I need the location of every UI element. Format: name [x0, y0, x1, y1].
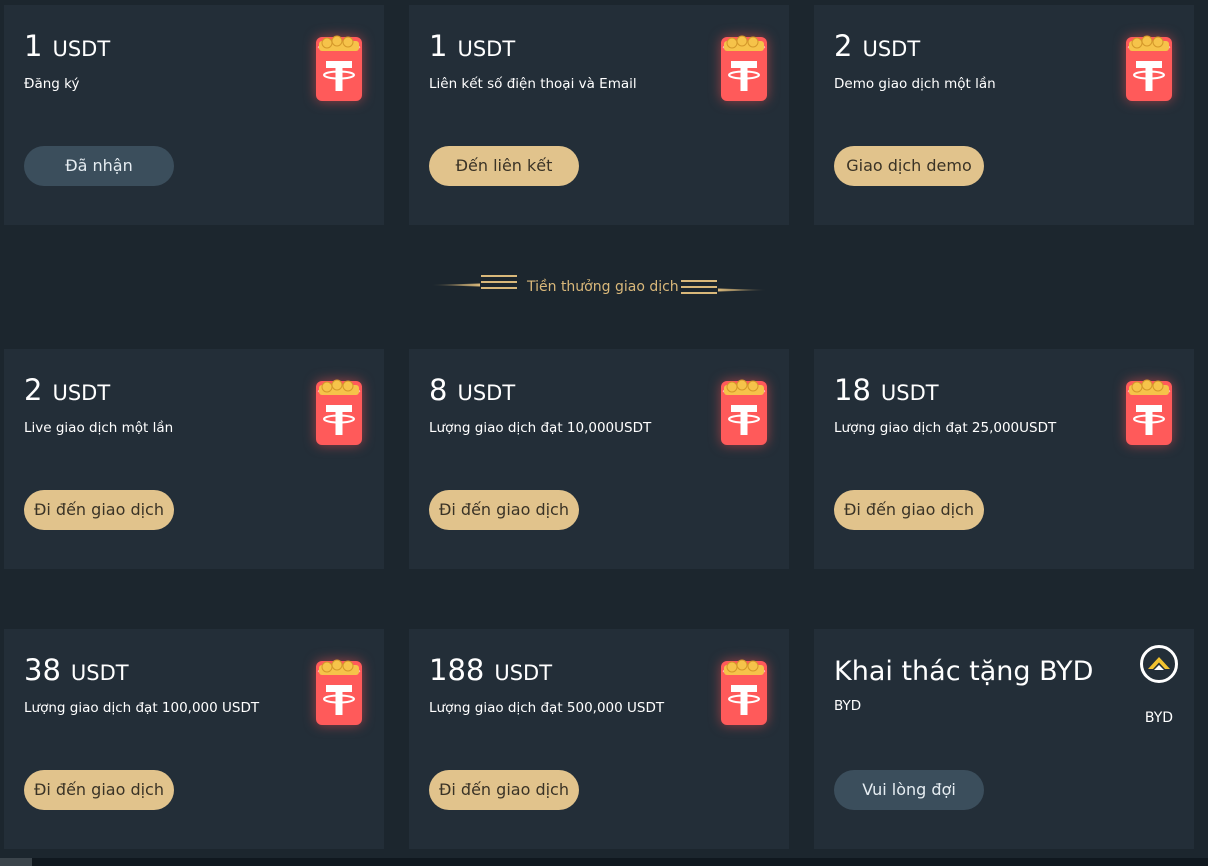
tether-red-packet-icon	[720, 657, 768, 727]
reward-card-volume-100000: 38 USDT Lượng giao dịch đạt 100,000 USDT…	[4, 629, 384, 849]
tether-red-packet-icon	[1125, 33, 1173, 103]
reward-card-volume-25000: 18 USDT Lượng giao dịch đạt 25,000USDT Đ…	[814, 349, 1194, 569]
horizontal-scrollbar-track[interactable]	[0, 858, 1208, 866]
reward-card-register: 1 USDT Đăng ký Đã nhận	[4, 5, 384, 225]
reward-card-link-phone-email: 1 USDT Liên kết số điện thoại và Email Đ…	[409, 5, 789, 225]
amount-value: 2	[24, 373, 43, 407]
reward-amount: 2 USDT	[24, 373, 110, 410]
amount-unit: USDT	[52, 381, 111, 405]
amount-unit: USDT	[457, 37, 516, 61]
go-trade-button[interactable]: Đi đến giao dịch	[24, 490, 174, 530]
reward-card-volume-500000: 188 USDT Lượng giao dịch đạt 500,000 USD…	[409, 629, 789, 849]
reward-description: Lượng giao dịch đạt 500,000 USDT	[429, 700, 665, 716]
amount-unit: USDT	[862, 37, 921, 61]
amount-value: 1	[24, 29, 43, 63]
amount-unit: USDT	[494, 661, 553, 685]
reward-description: Demo giao dịch một lần	[834, 76, 996, 92]
reward-amount: 8 USDT	[429, 373, 515, 410]
reward-card-live-trade: 2 USDT Live giao dịch một lần Đi đến gia…	[4, 349, 384, 569]
amount-value: 18	[834, 373, 871, 407]
amount-value: 188	[429, 653, 485, 687]
claimed-button[interactable]: Đã nhận	[24, 146, 174, 186]
reward-amount: 2 USDT	[834, 29, 920, 66]
rewards-page: 1 USDT Đăng ký Đã nhận 1 USDT Liên kết s…	[0, 0, 1208, 866]
reward-card-volume-10000: 8 USDT Lượng giao dịch đạt 10,000USDT Đi…	[409, 349, 789, 569]
tether-red-packet-icon	[315, 377, 363, 447]
section-title: Tiền thưởng giao dịch	[527, 279, 679, 295]
reward-amount: 38 USDT	[24, 653, 129, 690]
reward-amount: 1 USDT	[24, 29, 110, 66]
reward-description: Live giao dịch một lần	[24, 420, 174, 436]
tether-red-packet-icon	[720, 377, 768, 447]
amount-value: 2	[834, 29, 853, 63]
demo-trade-button[interactable]: Giao dịch demo	[834, 146, 984, 186]
amount-value: 1	[429, 29, 448, 63]
reward-card-byd-mining: Khai thác tặng BYD BYD BYD Vui lòng đợi	[814, 629, 1194, 849]
go-link-button[interactable]: Đến liên kết	[429, 146, 579, 186]
tether-red-packet-icon	[315, 657, 363, 727]
amount-value: 8	[429, 373, 448, 407]
amount-unit: USDT	[70, 661, 129, 685]
tether-red-packet-icon	[720, 33, 768, 103]
go-trade-button[interactable]: Đi đến giao dịch	[834, 490, 984, 530]
tether-red-packet-icon	[1125, 377, 1173, 447]
reward-description: Lượng giao dịch đạt 100,000 USDT	[24, 700, 260, 716]
reward-description: Lượng giao dịch đạt 10,000USDT	[429, 420, 652, 436]
amount-value: 38	[24, 653, 61, 687]
amount-unit: USDT	[880, 381, 939, 405]
reward-title: Khai thác tặng BYD	[834, 656, 1094, 687]
reward-amount: 18 USDT	[834, 373, 939, 410]
go-trade-button[interactable]: Đi đến giao dịch	[429, 490, 579, 530]
byd-icon-label: BYD	[1144, 710, 1174, 726]
amount-unit: USDT	[457, 381, 516, 405]
reward-amount: 188 USDT	[429, 653, 552, 690]
reward-description: BYD	[834, 698, 862, 714]
please-wait-button[interactable]: Vui lòng đợi	[834, 770, 984, 810]
amount-unit: USDT	[52, 37, 111, 61]
reward-description: Liên kết số điện thoại và Email	[429, 76, 637, 92]
horizontal-scrollbar-thumb[interactable]	[0, 858, 32, 866]
reward-description: Lượng giao dịch đạt 25,000USDT	[834, 420, 1057, 436]
reward-amount: 1 USDT	[429, 29, 515, 66]
go-trade-button[interactable]: Đi đến giao dịch	[24, 770, 174, 810]
byd-logo-icon	[1140, 645, 1178, 683]
tether-red-packet-icon	[315, 33, 363, 103]
go-trade-button[interactable]: Đi đến giao dịch	[429, 770, 579, 810]
reward-description: Đăng ký	[24, 76, 80, 92]
reward-card-demo-trade: 2 USDT Demo giao dịch một lần Giao dịch …	[814, 5, 1194, 225]
